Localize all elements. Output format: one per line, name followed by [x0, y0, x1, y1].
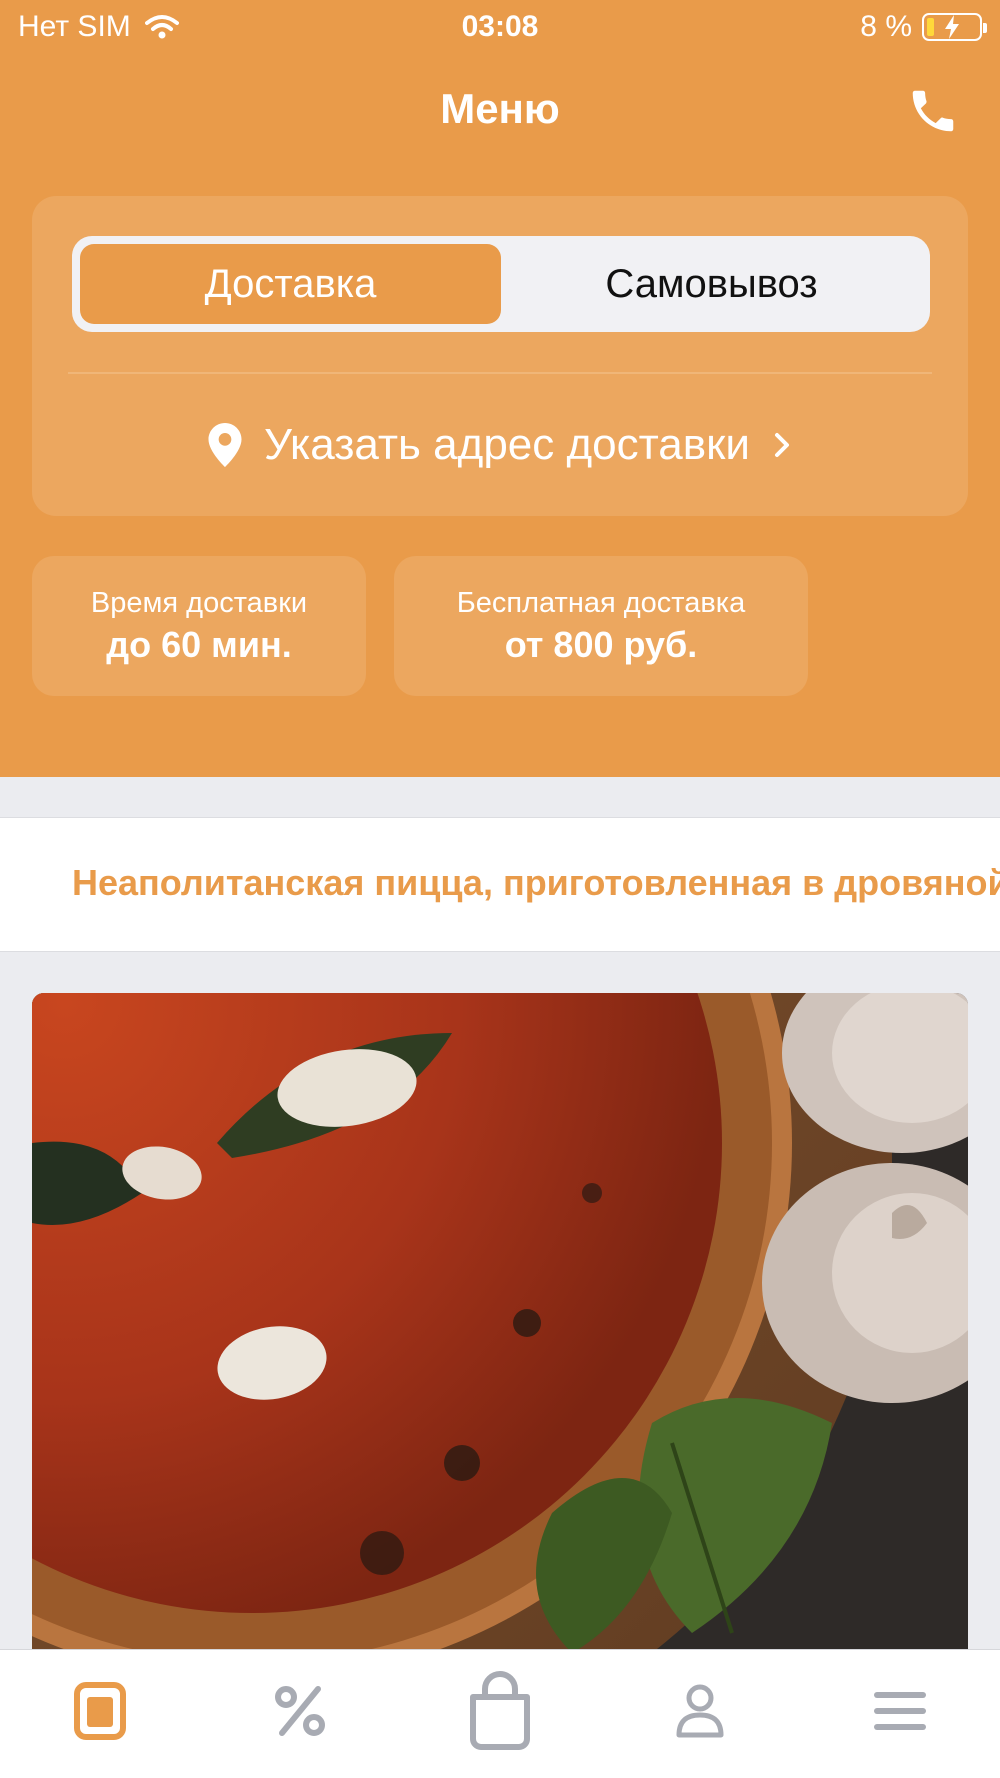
- divider: [68, 372, 932, 374]
- tab-bar: [0, 1649, 1000, 1778]
- battery-icon: [922, 13, 987, 41]
- tab-menu[interactable]: [0, 1650, 200, 1778]
- free-delivery-card: Бесплатная доставка от 800 руб.: [394, 556, 808, 696]
- address-button[interactable]: Указать адрес доставки: [32, 410, 968, 480]
- location-pin-icon: [208, 423, 242, 467]
- delivery-mode-toggle: Доставка Самовывоз: [72, 236, 930, 332]
- delivery-time-card: Время доставки до 60 мин.: [32, 556, 366, 696]
- delivery-time-value: до 60 мин.: [106, 623, 292, 665]
- profile-icon: [676, 1684, 724, 1738]
- delivery-time-label: Время доставки: [90, 586, 308, 619]
- clock: 03:08: [461, 10, 539, 43]
- delivery-mode-card: Доставка Самовывоз Указать адрес доставк…: [32, 196, 968, 516]
- free-delivery-value: от 800 руб.: [504, 623, 698, 665]
- bag-icon: [470, 1671, 530, 1750]
- pizza-illustration: [32, 993, 968, 1653]
- chevron-right-icon: [774, 433, 789, 457]
- tab-profile[interactable]: [600, 1650, 800, 1778]
- pizza-photo[interactable]: [32, 993, 968, 1653]
- call-button[interactable]: [902, 80, 964, 142]
- page-title: Меню: [440, 85, 560, 132]
- status-bar: Нет SIM 03:08 8 %: [0, 0, 1000, 52]
- charging-bolt-icon: [945, 15, 959, 39]
- address-prompt: Указать адрес доставки: [264, 420, 750, 469]
- free-delivery-label: Бесплатная доставка: [456, 586, 746, 619]
- menu-icon: [74, 1682, 126, 1740]
- delivery-option[interactable]: Доставка: [80, 244, 501, 324]
- category-tabs[interactable]: Неаполитанская пицца, приготовленная в д…: [0, 817, 1000, 952]
- category-tab[interactable]: Неаполитанская пицца, приготовленная в д…: [72, 862, 1000, 904]
- tab-cart[interactable]: [400, 1650, 600, 1778]
- tab-promotions[interactable]: [200, 1650, 400, 1778]
- pickup-option[interactable]: Самовывоз: [501, 244, 922, 324]
- battery-percent: 8 %: [860, 10, 912, 43]
- tab-more[interactable]: [800, 1650, 1000, 1778]
- hamburger-icon: [874, 1692, 926, 1730]
- percent-icon: [275, 1686, 325, 1736]
- phone-icon: [912, 90, 954, 132]
